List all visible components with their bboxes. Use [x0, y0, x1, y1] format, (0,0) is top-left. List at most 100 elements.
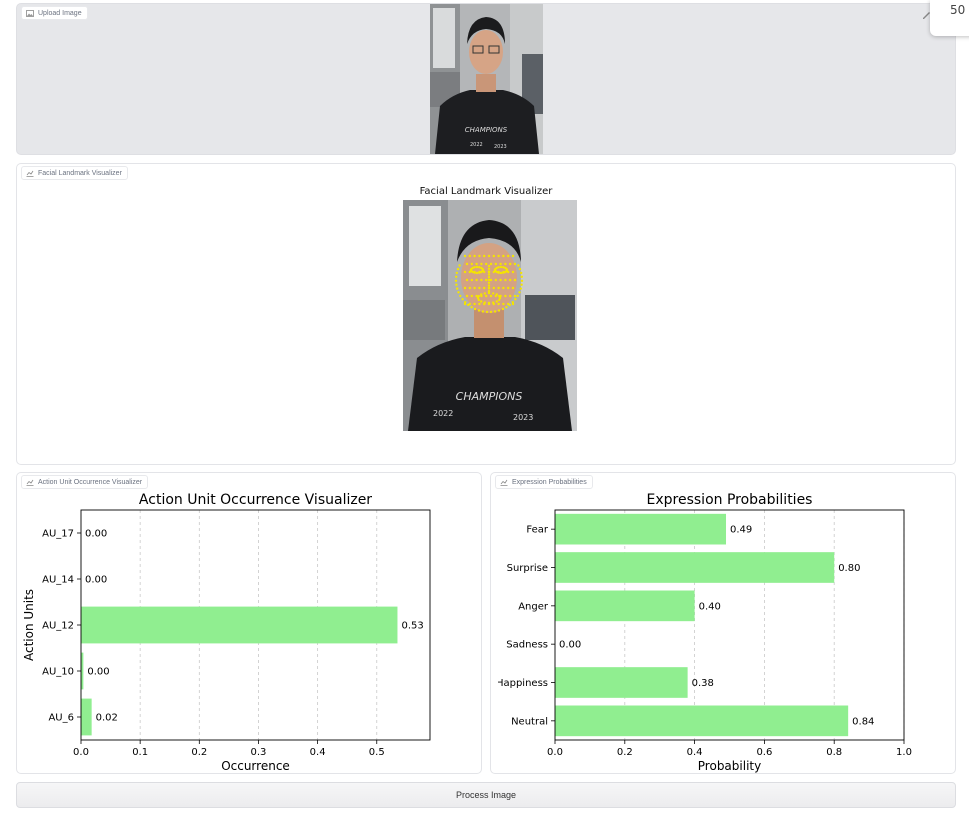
- landmark-panel-label: Facial Landmark Visualizer: [21, 166, 128, 180]
- landmark-point: [487, 276, 491, 279]
- landmark-point: [497, 266, 500, 269]
- landmark-point: [502, 254, 505, 258]
- landmark-point: [487, 267, 491, 270]
- x-axis-label: Occurrence: [221, 759, 290, 773]
- landmark-point: [493, 310, 497, 313]
- landmark-panel: Facial Landmark Visualizer Facial Landma…: [16, 163, 956, 465]
- landmark-point: [463, 254, 467, 258]
- bar: [555, 590, 695, 622]
- y-tick-label: Fear: [526, 525, 548, 536]
- x-tick-label: 0.2: [617, 747, 633, 758]
- landmark-point: [509, 294, 512, 298]
- landmark-point: [504, 278, 507, 282]
- landmark-point: [473, 307, 477, 311]
- bar: [555, 513, 727, 545]
- landmark-point: [457, 291, 460, 294]
- landmark-point: [478, 271, 481, 274]
- landmark-photo: CHAMPIONS 2022 2023: [403, 200, 577, 431]
- landmark-point: [455, 283, 458, 286]
- landmark-point: [483, 301, 486, 304]
- value-label: 0.84: [852, 716, 874, 727]
- landmark-point: [485, 262, 488, 266]
- landmark-point: [513, 262, 517, 266]
- uploaded-photo[interactable]: CHAMPIONS 2022 2023: [430, 4, 543, 154]
- value-label: 0.38: [692, 678, 714, 689]
- bar: [81, 698, 92, 736]
- landmark-point: [499, 278, 502, 282]
- landmark-point: [517, 264, 520, 267]
- landmark-point: [502, 271, 505, 274]
- landmark-point: [516, 294, 519, 298]
- y-tick-label: Surprise: [507, 563, 548, 574]
- value-label: 0.80: [838, 563, 860, 574]
- landmark-point: [497, 254, 500, 258]
- svg-text:2023: 2023: [494, 144, 507, 150]
- landmark-point: [456, 267, 460, 271]
- x-tick-label: 0.1: [132, 747, 148, 758]
- landmark-point: [487, 281, 491, 284]
- au-panel: Action Unit Occurrence Visualizer 0.0 0.1…: [16, 472, 482, 774]
- landmark-point: [487, 301, 491, 305]
- landmark-point: [463, 286, 467, 290]
- landmark-point: [483, 286, 486, 290]
- landmark-point: [514, 298, 517, 301]
- landmark-point: [489, 294, 493, 298]
- landmark-point: [497, 309, 501, 312]
- landmark-point: [483, 292, 486, 295]
- landmark-point: [501, 307, 505, 311]
- expression-panel: Expression Probabilities 0.0 0.2 0.4 0.6 0.8…: [490, 472, 956, 774]
- landmark-point: [461, 298, 464, 301]
- x-tick-label: 0.4: [687, 747, 703, 758]
- landmark-point: [520, 283, 523, 286]
- landmark-point: [465, 294, 469, 298]
- landmark-point: [478, 302, 481, 306]
- y-tick-label: AU_6: [48, 713, 74, 724]
- landmark-point: [519, 287, 522, 290]
- landmark-point: [468, 286, 471, 290]
- upload-image-panel: Upload Image CHAMPIONS 2022 2023: [16, 3, 956, 155]
- landmark-point: [487, 278, 491, 282]
- landmark-point: [481, 267, 484, 271]
- landmark-point: [455, 275, 458, 278]
- landmark-point: [487, 254, 491, 258]
- upload-image-label: Upload Image: [21, 6, 88, 20]
- landmark-point: [499, 265, 503, 269]
- landmark-point: [507, 302, 510, 306]
- landmark-point: [463, 270, 467, 274]
- landmark-point: [492, 292, 495, 295]
- landmark-point: [487, 284, 491, 287]
- image-icon: [26, 9, 34, 17]
- corner-widget-text: 50: [950, 3, 966, 17]
- expression-chart: 0.0 0.2 0.4 0.6 0.8 1.0 Neutral 0.84 Happiness 0.…: [498, 492, 912, 773]
- landmark-point: [473, 286, 476, 290]
- x-tick-label: 1.0: [896, 747, 912, 758]
- process-image-button[interactable]: Process Image: [16, 782, 956, 808]
- x-tick-label: 0.0: [547, 747, 563, 758]
- y-tick-label: Sadness: [506, 640, 548, 651]
- corner-widget[interactable]: 50: [930, 0, 969, 36]
- landmark-point: [489, 310, 493, 314]
- landmark-point: [485, 294, 488, 298]
- landmark-point: [475, 271, 479, 275]
- landmark-point: [509, 262, 512, 266]
- landmark-point: [494, 278, 497, 282]
- landmark-point: [507, 254, 510, 258]
- value-label: 0.02: [96, 713, 118, 724]
- landmark-point: [487, 270, 491, 273]
- landmark-point: [478, 254, 481, 258]
- bar: [555, 667, 688, 698]
- landmark-point: [520, 271, 523, 275]
- x-tick-label: 0.0: [73, 747, 89, 758]
- y-tick-label: AU_10: [42, 667, 74, 678]
- chart-icon: [26, 479, 34, 486]
- au-chart: 0.0 0.1 0.2 0.3 0.4 0.5 AU_6 0.02 AU_10 0.00 AU_12…: [22, 492, 431, 773]
- svg-text:2023: 2023: [513, 413, 533, 422]
- landmark-point: [520, 279, 524, 282]
- landmark-point: [504, 262, 507, 266]
- landmark-point: [470, 262, 473, 266]
- landmark-point: [497, 302, 500, 306]
- landmark-title: Facial Landmark Visualizer: [419, 186, 553, 197]
- landmark-point: [480, 278, 483, 282]
- chart-title: Expression Probabilities: [647, 492, 813, 508]
- landmark-point: [465, 278, 469, 282]
